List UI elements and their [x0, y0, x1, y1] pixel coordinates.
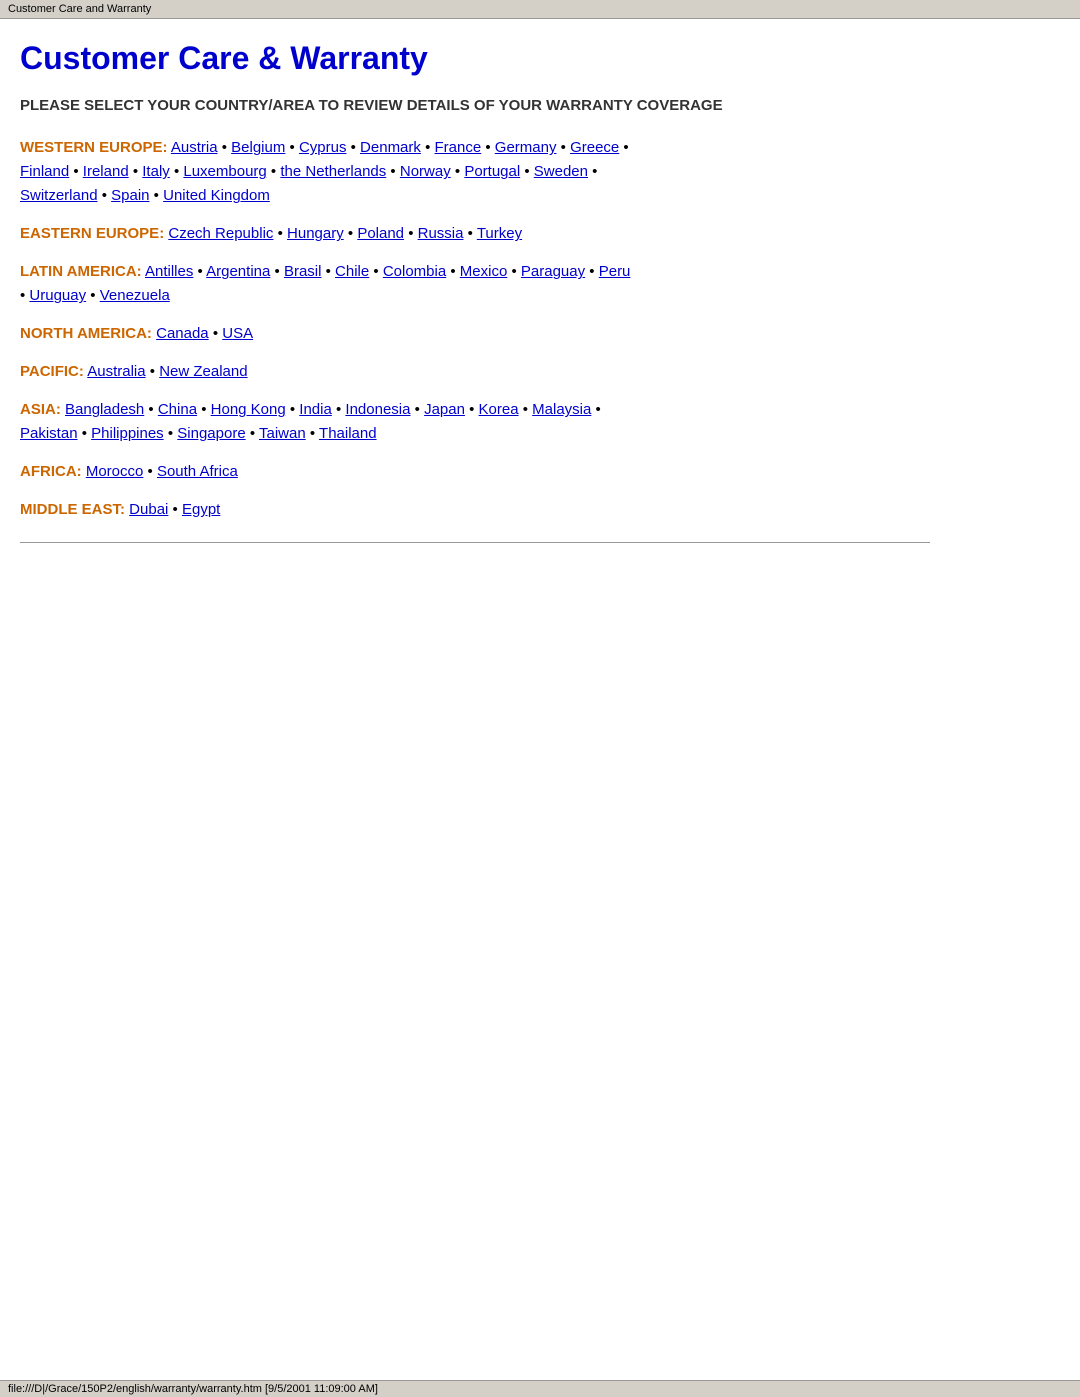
- country-link-portugal[interactable]: Portugal: [464, 163, 520, 180]
- country-link-poland[interactable]: Poland: [357, 225, 404, 242]
- region-label-asia: ASIA:: [20, 401, 61, 418]
- country-link-italy[interactable]: Italy: [142, 163, 170, 180]
- region-middle-east: MIDDLE EAST: Dubai • Egypt: [20, 498, 930, 522]
- country-link-brasil[interactable]: Brasil: [284, 263, 322, 280]
- country-link-finland[interactable]: Finland: [20, 163, 69, 180]
- country-link-sweden[interactable]: Sweden: [534, 163, 588, 180]
- country-link-malaysia[interactable]: Malaysia: [532, 401, 591, 418]
- country-link-egypt[interactable]: Egypt: [182, 501, 220, 518]
- country-link-cyprus[interactable]: Cyprus: [299, 139, 347, 156]
- country-link-greece[interactable]: Greece: [570, 139, 619, 156]
- browser-tab-bar: Customer Care and Warranty: [0, 0, 1080, 19]
- tab-title: Customer Care and Warranty: [8, 3, 151, 15]
- country-link-ireland[interactable]: Ireland: [83, 163, 129, 180]
- country-link-antilles[interactable]: Antilles: [145, 263, 193, 280]
- region-eastern-europe: EASTERN EUROPE: Czech Republic • Hungary…: [20, 222, 930, 246]
- region-label-western-europe: WESTERN EUROPE:: [20, 139, 168, 156]
- country-link-peru[interactable]: Peru: [599, 263, 631, 280]
- country-link-hong-kong[interactable]: Hong Kong: [211, 401, 286, 418]
- country-link-united-kingdom[interactable]: United Kingdom: [163, 187, 270, 204]
- country-link-netherlands[interactable]: the Netherlands: [280, 163, 386, 180]
- country-link-hungary[interactable]: Hungary: [287, 225, 344, 242]
- page-title: Customer Care & Warranty: [20, 39, 930, 77]
- country-link-india[interactable]: India: [299, 401, 332, 418]
- region-asia: ASIA: Bangladesh • China • Hong Kong • I…: [20, 398, 930, 446]
- status-bar-text: file:///D|/Grace/150P2/english/warranty/…: [8, 1383, 378, 1395]
- country-link-taiwan[interactable]: Taiwan: [259, 425, 306, 442]
- country-link-new-zealand[interactable]: New Zealand: [159, 363, 247, 380]
- country-link-australia[interactable]: Australia: [87, 363, 145, 380]
- country-link-bangladesh[interactable]: Bangladesh: [65, 401, 144, 418]
- country-link-usa[interactable]: USA: [222, 325, 253, 342]
- country-link-japan[interactable]: Japan: [424, 401, 465, 418]
- country-link-czech-republic[interactable]: Czech Republic: [168, 225, 273, 242]
- country-link-chile[interactable]: Chile: [335, 263, 369, 280]
- country-link-korea[interactable]: Korea: [479, 401, 519, 418]
- country-link-austria[interactable]: Austria: [171, 139, 218, 156]
- country-link-canada[interactable]: Canada: [156, 325, 209, 342]
- country-link-belgium[interactable]: Belgium: [231, 139, 285, 156]
- country-link-paraguay[interactable]: Paraguay: [521, 263, 585, 280]
- region-label-eastern-europe: EASTERN EUROPE:: [20, 225, 164, 242]
- country-link-south-africa[interactable]: South Africa: [157, 463, 238, 480]
- region-africa: AFRICA: Morocco • South Africa: [20, 460, 930, 484]
- region-label-africa: AFRICA:: [20, 463, 82, 480]
- country-link-spain[interactable]: Spain: [111, 187, 149, 204]
- country-link-dubai[interactable]: Dubai: [129, 501, 168, 518]
- region-label-latin-america: LATIN AMERICA:: [20, 263, 142, 280]
- country-link-luxembourg[interactable]: Luxembourg: [183, 163, 266, 180]
- country-link-germany[interactable]: Germany: [495, 139, 557, 156]
- region-latin-america: LATIN AMERICA: Antilles • Argentina • Br…: [20, 260, 930, 308]
- region-western-europe: WESTERN EUROPE: Austria • Belgium • Cypr…: [20, 136, 930, 208]
- country-link-indonesia[interactable]: Indonesia: [345, 401, 410, 418]
- country-link-norway[interactable]: Norway: [400, 163, 451, 180]
- country-link-russia[interactable]: Russia: [418, 225, 464, 242]
- region-label-middle-east: MIDDLE EAST:: [20, 501, 125, 518]
- country-link-china[interactable]: China: [158, 401, 197, 418]
- status-bar: file:///D|/Grace/150P2/english/warranty/…: [0, 1380, 1080, 1397]
- country-link-thailand[interactable]: Thailand: [319, 425, 377, 442]
- country-link-argentina[interactable]: Argentina: [206, 263, 270, 280]
- page-divider: [20, 542, 930, 543]
- country-link-france[interactable]: France: [435, 139, 482, 156]
- country-link-singapore[interactable]: Singapore: [177, 425, 245, 442]
- region-north-america: NORTH AMERICA: Canada • USA: [20, 322, 930, 346]
- country-link-morocco[interactable]: Morocco: [86, 463, 144, 480]
- country-link-switzerland[interactable]: Switzerland: [20, 187, 98, 204]
- country-link-mexico[interactable]: Mexico: [460, 263, 508, 280]
- country-link-denmark[interactable]: Denmark: [360, 139, 421, 156]
- page-subtitle: PLEASE SELECT YOUR COUNTRY/AREA TO REVIE…: [20, 95, 930, 116]
- region-pacific: PACIFIC: Australia • New Zealand: [20, 360, 930, 384]
- country-link-turkey[interactable]: Turkey: [477, 225, 522, 242]
- country-link-colombia[interactable]: Colombia: [383, 263, 446, 280]
- region-label-pacific: PACIFIC:: [20, 363, 84, 380]
- main-content: Customer Care & Warranty PLEASE SELECT Y…: [0, 19, 960, 573]
- country-link-pakistan[interactable]: Pakistan: [20, 425, 78, 442]
- country-link-venezuela[interactable]: Venezuela: [100, 287, 170, 304]
- country-link-uruguay[interactable]: Uruguay: [29, 287, 86, 304]
- region-label-north-america: NORTH AMERICA:: [20, 325, 152, 342]
- country-link-philippines[interactable]: Philippines: [91, 425, 164, 442]
